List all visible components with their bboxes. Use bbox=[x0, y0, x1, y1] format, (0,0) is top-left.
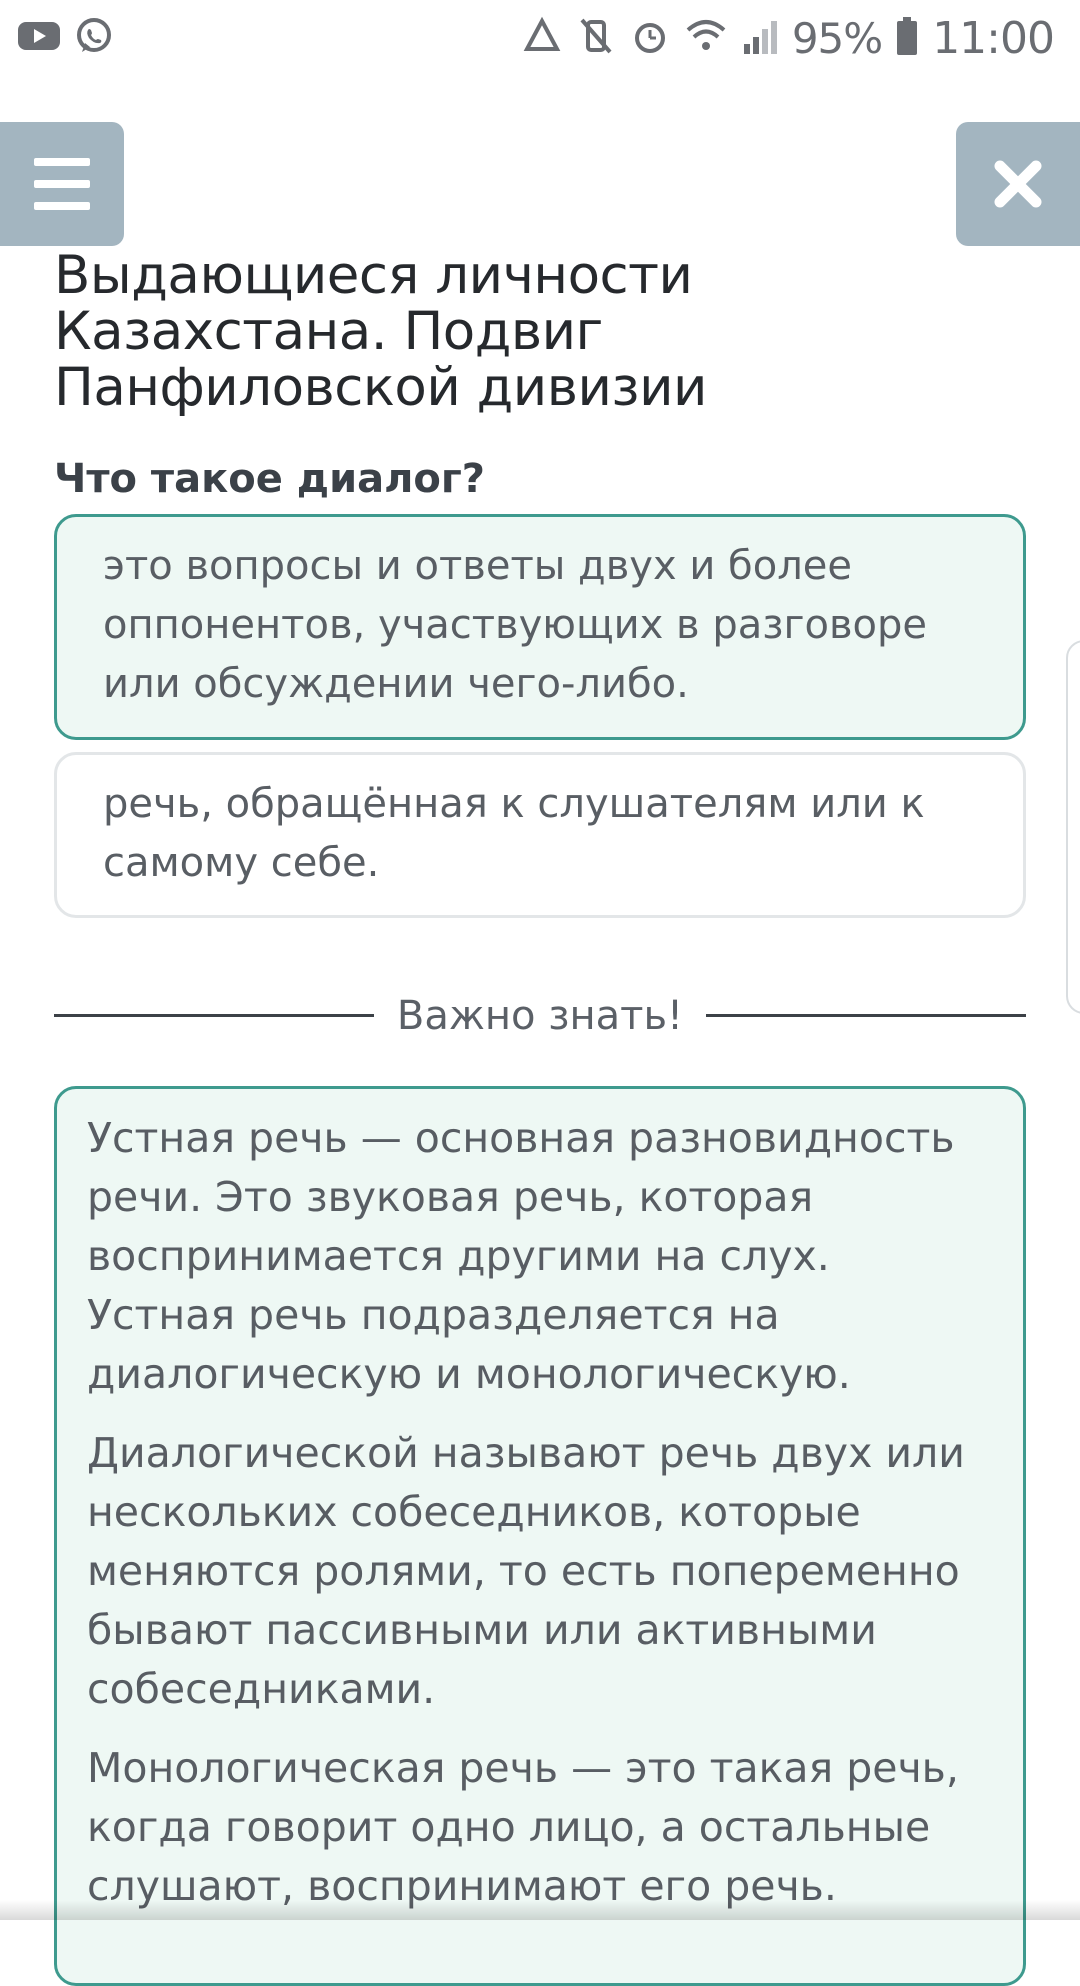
page-title: Выдающиеся личности Казахстана. Подвиг П… bbox=[54, 245, 708, 418]
answer-option-label: речь, обращённая к слушателям или к само… bbox=[103, 781, 925, 886]
info-paragraph: Монологическая речь — это такая речь, ко… bbox=[87, 1744, 959, 1910]
signal-icon bbox=[742, 16, 778, 61]
vibrate-off-icon bbox=[576, 16, 616, 61]
clock: 11:00 bbox=[932, 12, 1055, 64]
youtube-icon bbox=[18, 20, 60, 57]
status-right: 95% 11:00 bbox=[522, 12, 1055, 64]
wifi-icon bbox=[684, 16, 728, 61]
alarm-icon bbox=[630, 16, 670, 61]
divider-line-right bbox=[706, 1014, 1026, 1017]
status-left bbox=[18, 16, 114, 61]
battery-icon bbox=[896, 16, 918, 61]
battery-percent: 95% bbox=[791, 13, 883, 63]
question-text: Что такое диалог? bbox=[54, 456, 485, 502]
status-bar: 95% 11:00 bbox=[0, 0, 1080, 76]
info-box: Устная речь — основная разновидность реч… bbox=[54, 1086, 1026, 1986]
section-divider: Важно знать! bbox=[54, 986, 1026, 1046]
answer-option-label: это вопросы и ответы двух и более оппоне… bbox=[103, 543, 928, 707]
info-paragraph: Диалогической называют речь двух или нес… bbox=[87, 1429, 965, 1713]
answer-option-1[interactable]: это вопросы и ответы двух и более оппоне… bbox=[54, 514, 1026, 740]
close-button[interactable] bbox=[956, 122, 1080, 246]
bottom-shadow bbox=[0, 1900, 1080, 1920]
menu-button[interactable] bbox=[0, 122, 124, 246]
info-paragraph: Устная речь — основная разновидность реч… bbox=[87, 1114, 955, 1398]
recycle-icon bbox=[522, 16, 562, 61]
answer-option-2[interactable]: речь, обращённая к слушателям или к само… bbox=[54, 752, 1026, 918]
whatsapp-icon bbox=[74, 16, 114, 61]
side-drawer-tab[interactable] bbox=[1066, 640, 1080, 1014]
